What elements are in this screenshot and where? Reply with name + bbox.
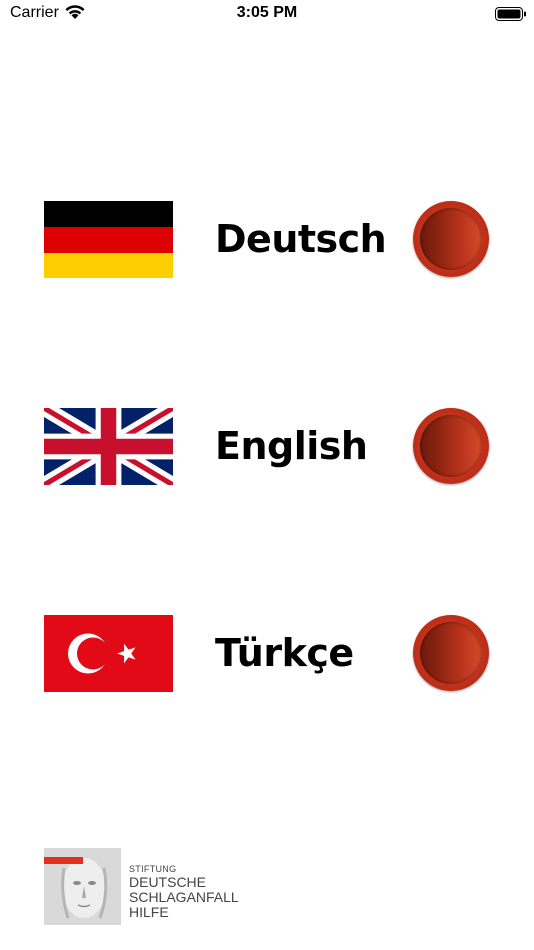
- logo-line-3: SCHLAGANFALL: [129, 889, 239, 905]
- logo-line-4: HILFE: [129, 904, 169, 920]
- logo-text: STIFTUNG DEUTSCHE SCHLAGANFALL HILFE: [129, 863, 239, 920]
- foundation-logo: STIFTUNG DEUTSCHE SCHLAGANFALL HILFE: [44, 848, 244, 926]
- german-flag-icon: [44, 201, 173, 278]
- select-turkce-button[interactable]: [413, 615, 489, 691]
- button-inner: [420, 415, 482, 477]
- clock-label: 3:05 PM: [236, 4, 298, 21]
- face-sculpture-image: [44, 848, 121, 925]
- button-inner: [420, 208, 482, 270]
- select-deutsch-button[interactable]: [413, 201, 489, 277]
- language-label: Türkçe: [215, 631, 354, 675]
- status-bar: Carrier 3:05 PM: [0, 0, 534, 30]
- language-label: English: [215, 424, 368, 468]
- button-inner: [420, 622, 482, 684]
- logo-line-2: DEUTSCHE: [129, 874, 207, 890]
- battery-icon: [495, 6, 527, 21]
- language-label: Deutsch: [215, 217, 387, 261]
- language-row-turkce[interactable]: Türkçe: [0, 613, 534, 693]
- select-english-button[interactable]: [413, 408, 489, 484]
- turkish-flag-icon: [44, 615, 173, 692]
- uk-flag-icon: [44, 408, 173, 485]
- language-row-english[interactable]: English: [0, 406, 534, 486]
- language-row-deutsch[interactable]: Deutsch: [0, 199, 534, 279]
